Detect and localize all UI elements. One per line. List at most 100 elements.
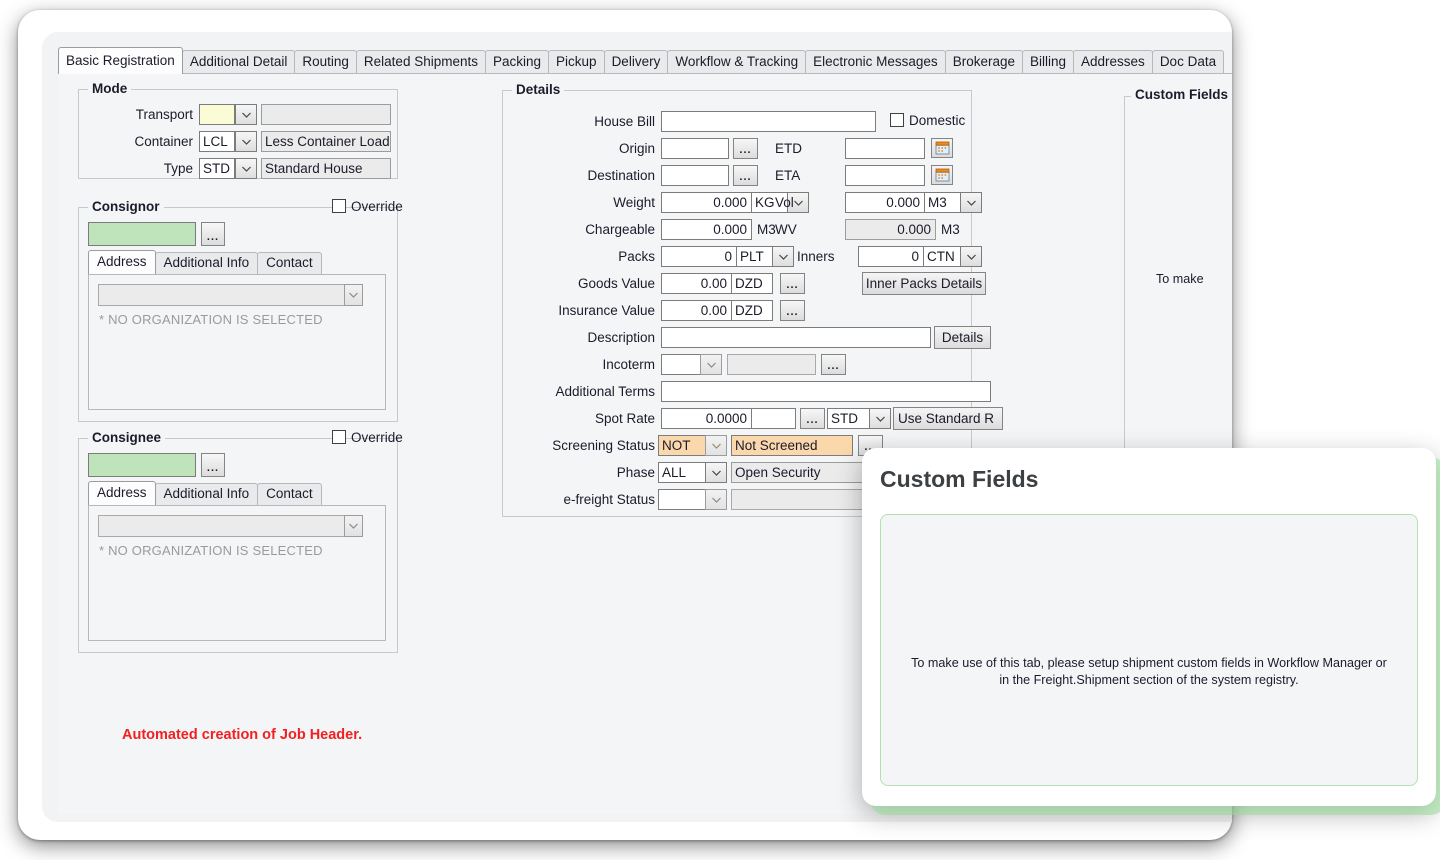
phase-dropdown-button[interactable] [705,462,727,483]
consignor-override-checkbox[interactable] [332,199,346,213]
efreight-status-label: e-freight Status [503,491,655,509]
goods-value-currency-input[interactable]: DZD [731,273,773,294]
packs-label: Packs [503,248,655,266]
tab-doc-data[interactable]: Doc Data [1152,50,1224,74]
packs-unit-dropdown-button[interactable] [772,246,794,267]
efreight-status-code-input[interactable] [658,489,706,510]
consignor-subtabs[interactable]: AddressAdditional InfoContact [88,252,321,274]
packs-unit-input[interactable]: PLT [736,246,773,267]
tab-packing[interactable]: Packing [485,50,549,74]
consignor-org-input[interactable] [88,222,196,246]
screening-status-code-input[interactable]: NOT [658,435,706,456]
tab-brokerage[interactable]: Brokerage [945,50,1023,74]
consignee-subtab-contact[interactable]: Contact [257,483,322,505]
tab-billing[interactable]: Billing [1022,50,1074,74]
consignee-address-select[interactable] [98,515,363,537]
incoterm-dropdown-button[interactable] [700,354,722,375]
spot-rate-extra-input[interactable] [751,408,796,429]
consignor-address-dropdown-button[interactable] [344,284,363,306]
type-dropdown-button[interactable] [235,158,257,179]
phase-code-input[interactable]: ALL [658,462,706,483]
origin-input[interactable] [661,138,729,159]
wv-value-field: 0.000 [845,219,936,240]
eta-calendar-icon[interactable] [931,165,953,185]
consignor-browse-button[interactable]: ... [201,222,225,246]
container-dropdown-button[interactable] [235,131,257,152]
incoterm-code-input[interactable] [661,354,701,375]
transport-dropdown-button[interactable] [235,104,257,125]
details-group-legend: Details [512,82,564,97]
destination-input[interactable] [661,165,729,186]
inners-input[interactable]: 0 [858,246,924,267]
consignee-address-dropdown-button[interactable] [344,515,363,537]
type-label: Type [83,160,193,178]
chargeable-input[interactable]: 0.000 [661,219,752,240]
screening-status-label: Screening Status [503,437,655,455]
tab-addresses[interactable]: Addresses [1073,50,1153,74]
wv-unit-label: M3 [941,221,960,239]
consignee-org-input[interactable] [88,453,196,477]
insurance-value-browse-button[interactable]: ... [780,300,805,321]
weight-label: Weight [503,194,655,212]
consignor-subtab-address[interactable]: Address [88,250,156,274]
weight-input[interactable]: 0.000 [661,192,752,213]
domestic-checkbox[interactable] [890,113,904,127]
tab-pickup[interactable]: Pickup [548,50,605,74]
consignor-subtab-additional-info[interactable]: Additional Info [155,252,259,274]
tab-additional-detail[interactable]: Additional Detail [182,50,296,74]
efreight-status-dropdown-button[interactable] [705,489,727,510]
etd-calendar-icon[interactable] [931,138,953,158]
tab-routing[interactable]: Routing [294,50,357,74]
description-label: Description [503,329,655,347]
packs-input[interactable]: 0 [661,246,737,267]
incoterm-browse-button[interactable]: ... [821,354,846,375]
spot-rate-code-input[interactable]: STD [827,408,870,429]
description-input[interactable] [661,327,931,348]
custom-fields-card-title: Custom Fields [880,466,1038,493]
transport-code-input[interactable] [199,104,235,125]
consignee-subtabs[interactable]: AddressAdditional InfoContact [88,483,321,505]
type-code-input[interactable]: STD [199,158,235,179]
goods-value-browse-button[interactable]: ... [780,273,805,294]
tab-workflow-tracking[interactable]: Workflow & Tracking [667,50,806,74]
inners-unit-dropdown-button[interactable] [960,246,982,267]
main-tab-strip[interactable]: Basic RegistrationAdditional DetailRouti… [58,50,1223,74]
insurance-value-input[interactable]: 0.00 [661,300,732,321]
additional-terms-input[interactable] [661,381,991,402]
consignee-subtab-additional-info[interactable]: Additional Info [155,483,259,505]
tab-related-shipments[interactable]: Related Shipments [356,50,486,74]
tab-electronic-messages[interactable]: Electronic Messages [805,50,946,74]
tab-basic-registration[interactable]: Basic Registration [58,47,183,74]
origin-browse-button[interactable]: ... [733,138,758,159]
use-standard-rate-button[interactable]: Use Standard R [893,407,1003,430]
consignor-subtab-contact[interactable]: Contact [257,252,322,274]
house-bill-input[interactable] [661,111,876,132]
goods-value-input[interactable]: 0.00 [661,273,732,294]
spot-rate-dropdown-button[interactable] [869,408,891,429]
vol-unit-input[interactable]: M3 [924,192,961,213]
eta-input[interactable] [845,165,925,186]
container-description-field: Less Container Load [261,131,391,152]
consignor-address-select[interactable] [98,284,363,306]
consignor-group-legend: Consignor [88,199,164,214]
inners-unit-input[interactable]: CTN [923,246,961,267]
container-code-input[interactable]: LCL [199,131,235,152]
consignor-address-panel: * NO ORGANIZATION IS SELECTED [88,274,386,410]
consignee-browse-button[interactable]: ... [201,453,225,477]
description-details-button[interactable]: Details [934,326,991,349]
consignee-subtab-address[interactable]: Address [88,481,156,505]
chargeable-unit-label: M3 [757,221,776,239]
insurance-value-currency-input[interactable]: DZD [731,300,773,321]
spot-rate-label: Spot Rate [503,410,655,428]
vol-input[interactable]: 0.000 [845,192,925,213]
spot-rate-browse-button[interactable]: ... [800,408,825,429]
inner-packs-details-button[interactable]: Inner Packs Details [862,272,986,295]
etd-input[interactable] [845,138,925,159]
screening-status-dropdown-button[interactable] [705,435,727,456]
vol-unit-dropdown-button[interactable] [960,192,982,213]
destination-browse-button[interactable]: ... [733,165,758,186]
transport-label: Transport [83,106,193,124]
spot-rate-input[interactable]: 0.0000 [661,408,752,429]
tab-delivery[interactable]: Delivery [604,50,669,74]
consignee-override-checkbox[interactable] [332,430,346,444]
